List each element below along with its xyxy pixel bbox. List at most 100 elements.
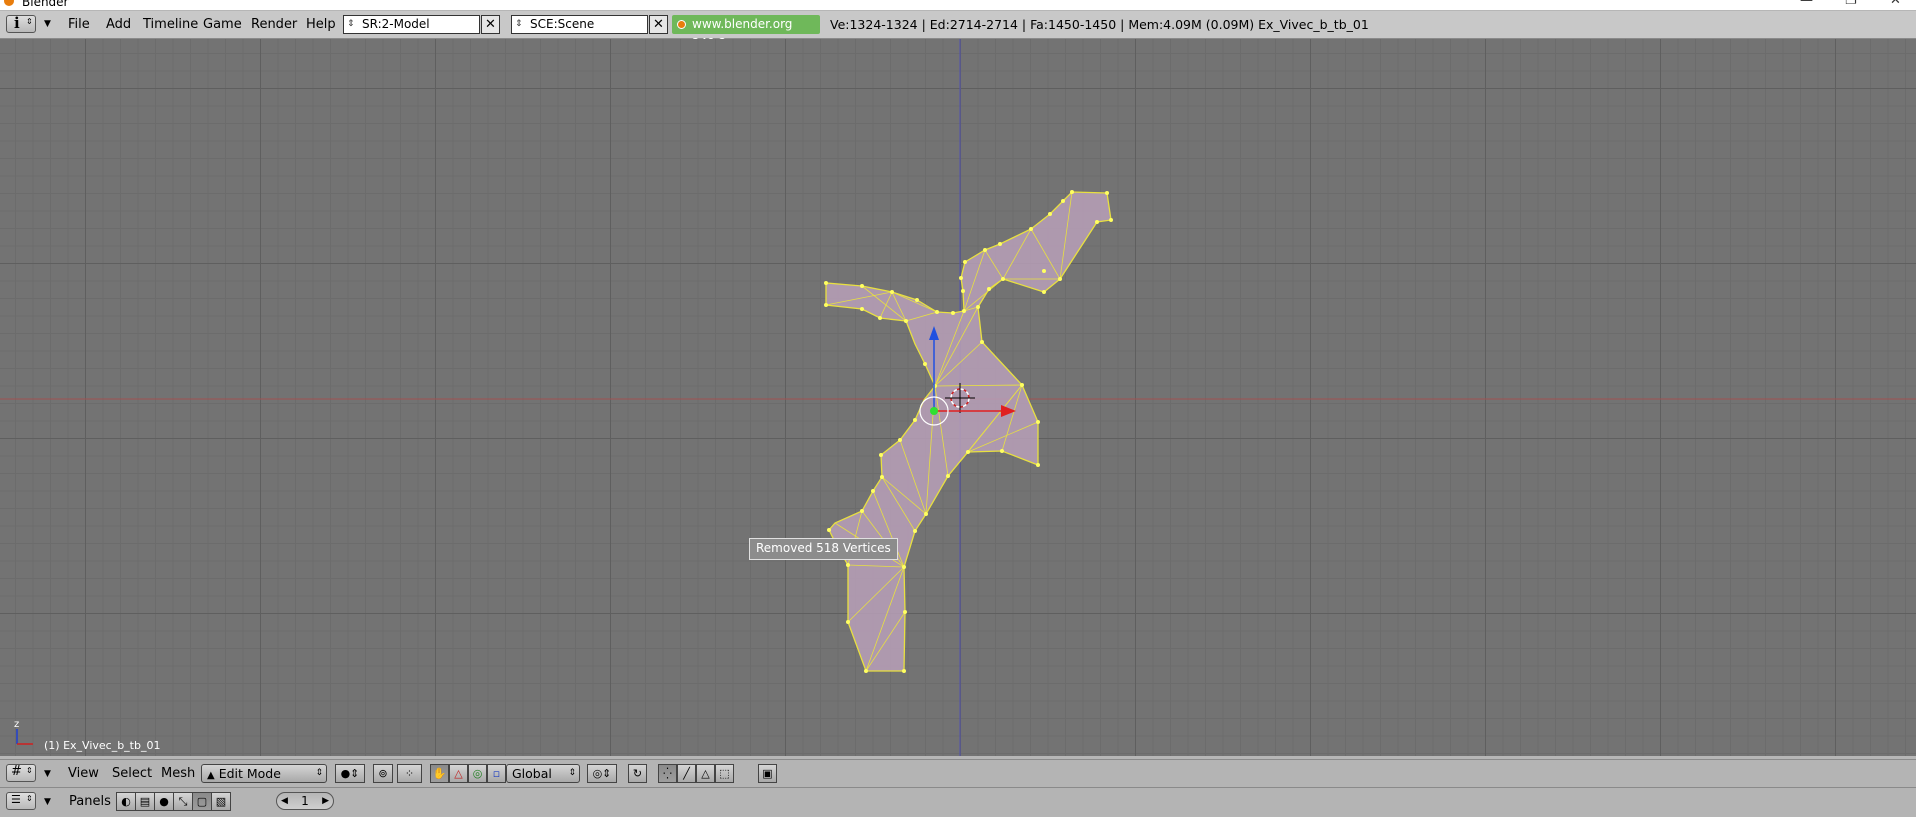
window-titlebar: Blender — ❐ ✕ bbox=[0, 0, 1916, 10]
updown-icon: ⇕ bbox=[347, 19, 355, 29]
window-title: Blender bbox=[22, 0, 69, 9]
delete-screen-button[interactable]: ✕ bbox=[481, 15, 500, 34]
mesh-face bbox=[825, 191, 1112, 672]
edit-mode-icon: ▲ bbox=[207, 770, 215, 781]
vertex-select-button[interactable]: ⁛ bbox=[658, 764, 677, 783]
editor-type-button[interactable]: i ⇕ bbox=[6, 14, 36, 33]
magnet-icon: ↻ bbox=[632, 767, 643, 780]
updown-icon: ⇕ bbox=[26, 766, 33, 775]
face-select-button[interactable]: △ bbox=[696, 764, 715, 783]
triangle-icon: △ bbox=[454, 767, 463, 780]
logic-context-button[interactable]: ◐ bbox=[116, 792, 136, 811]
shading-context-button[interactable]: ● bbox=[154, 792, 174, 811]
dots-icon: ⁘ bbox=[404, 767, 415, 780]
hand-icon: ✋ bbox=[432, 767, 447, 780]
menu-view[interactable]: View bbox=[68, 760, 99, 787]
layer-button[interactable]: ⁘ bbox=[397, 764, 422, 783]
render-view-button[interactable]: ▣ bbox=[758, 764, 777, 783]
3d-viewport[interactable]: z Removed 518 Vertices (1) Ex_Vivec_b_tb… bbox=[0, 39, 1916, 756]
status-tooltip: Removed 518 Vertices bbox=[749, 538, 898, 560]
frame-number-field[interactable]: ◀ 1 ▶ bbox=[276, 792, 334, 810]
frame-value: 1 bbox=[301, 794, 309, 808]
cube-icon: ⬚ bbox=[719, 767, 730, 780]
screen-name: SR:2-Model bbox=[362, 17, 430, 31]
proportional-icon: ◎⇕ bbox=[592, 767, 612, 780]
edge-select-button[interactable]: ╱ bbox=[677, 764, 696, 783]
updown-icon: ⇕ bbox=[26, 17, 33, 26]
blender-logo-icon bbox=[677, 20, 686, 29]
scene-stats: Ve:1324-1324 | Ed:2714-2714 | Fa:1450-14… bbox=[830, 17, 1369, 32]
menu-render[interactable]: Render bbox=[251, 11, 297, 38]
shading-sphere-icon: ● bbox=[159, 795, 169, 808]
orientation-label: Global bbox=[512, 766, 552, 781]
mesh-object[interactable] bbox=[824, 190, 1113, 673]
logic-icon: ◐ bbox=[121, 795, 131, 808]
updown-icon: ⇕ bbox=[568, 768, 576, 778]
ring-icon: ◎ bbox=[472, 767, 483, 780]
3d-view-header: # ⇕ ▼ View Select Mesh ▲ Edit Mode ⇕ ●⇕ … bbox=[0, 759, 1916, 788]
delete-scene-button[interactable]: ✕ bbox=[649, 15, 668, 34]
object-axis-icon: ⤡ bbox=[178, 795, 188, 808]
screen-selector[interactable]: ⇕ SR:2-Model bbox=[343, 15, 480, 34]
editing-context-button[interactable]: ▢ bbox=[192, 792, 212, 811]
info-icon: i bbox=[14, 14, 20, 32]
updown-icon: ⇕ bbox=[315, 768, 323, 778]
view-axis-gizmo-icon: z bbox=[14, 719, 33, 745]
mode-label: Edit Mode bbox=[218, 766, 281, 781]
scene-context-button[interactable]: ▧ bbox=[211, 792, 231, 811]
menu-select[interactable]: Select bbox=[112, 760, 152, 787]
view-editor-type-button[interactable]: # ⇕ bbox=[6, 764, 36, 782]
draw-type-button[interactable]: ●⇕ bbox=[335, 764, 365, 783]
editing-square-icon: ▢ bbox=[196, 795, 208, 808]
menu-game[interactable]: Game bbox=[203, 11, 242, 38]
pivot-button[interactable]: ⊚ bbox=[373, 764, 393, 783]
buttons-header: ☰ ⇕ ▼ Panels ◐ ▤ ● ⤡ ▢ ▧ ◀ 1 ▶ bbox=[0, 788, 1916, 817]
axis-z-label: z bbox=[14, 719, 19, 730]
square-icon: ▫ bbox=[492, 767, 501, 780]
script-context-button[interactable]: ▤ bbox=[135, 792, 155, 811]
rotate-manipulator-button[interactable]: ◎ bbox=[468, 764, 487, 783]
updown-icon: ⇕ bbox=[515, 19, 523, 29]
collapse-header-icon[interactable]: ▼ bbox=[44, 19, 51, 29]
menu-help[interactable]: Help bbox=[306, 11, 336, 38]
panels-icon: ☰ bbox=[11, 793, 21, 806]
occlude-geometry-button[interactable]: ⬚ bbox=[715, 764, 734, 783]
object-context-button[interactable]: ⤡ bbox=[173, 792, 193, 811]
manipulator-toggle[interactable]: ✋ bbox=[430, 764, 449, 783]
script-icon: ▤ bbox=[139, 795, 151, 808]
collapse-header-icon[interactable]: ▼ bbox=[44, 769, 51, 779]
menu-add[interactable]: Add bbox=[106, 11, 131, 38]
edge-select-icon: ╱ bbox=[683, 767, 690, 780]
menu-timeline[interactable]: Timeline bbox=[143, 11, 198, 38]
menu-mesh[interactable]: Mesh bbox=[161, 760, 195, 787]
scene-image-icon: ▧ bbox=[215, 795, 227, 808]
collapse-header-icon[interactable]: ▼ bbox=[44, 797, 51, 807]
render-icon: ▣ bbox=[762, 767, 773, 780]
close-icon: ✕ bbox=[653, 17, 664, 32]
info-header: i ⇕ ▼ File Add Timeline Game Render Help… bbox=[0, 11, 1916, 50]
viewport-canvas[interactable]: z bbox=[0, 39, 1916, 756]
blender-url-link[interactable]: www.blender.org 249.2 bbox=[672, 15, 820, 50]
decrement-icon[interactable]: ◀ bbox=[281, 793, 288, 809]
maximize-icon[interactable]: ❐ bbox=[1845, 0, 1857, 8]
translate-manipulator-button[interactable]: △ bbox=[449, 764, 468, 783]
minimize-icon[interactable]: — bbox=[1800, 0, 1813, 8]
buttons-editor-type-button[interactable]: ☰ ⇕ bbox=[6, 792, 36, 810]
pivot-icon: ⊚ bbox=[378, 767, 388, 780]
proportional-edit-button[interactable]: ◎⇕ bbox=[587, 764, 617, 783]
active-object-label: (1) Ex_Vivec_b_tb_01 bbox=[44, 739, 161, 752]
mode-selector[interactable]: ▲ Edit Mode ⇕ bbox=[201, 764, 327, 783]
face-select-icon: △ bbox=[701, 767, 710, 780]
scene-name: SCE:Scene bbox=[530, 17, 595, 31]
increment-icon[interactable]: ▶ bbox=[322, 793, 329, 809]
menu-file[interactable]: File bbox=[68, 11, 90, 38]
close-icon: ✕ bbox=[485, 17, 496, 32]
solid-sphere-icon: ●⇕ bbox=[340, 767, 360, 780]
scene-selector[interactable]: ⇕ SCE:Scene bbox=[511, 15, 648, 34]
orientation-selector[interactable]: Global ⇕ bbox=[506, 764, 580, 783]
scale-manipulator-button[interactable]: ▫ bbox=[487, 764, 506, 783]
close-icon[interactable]: ✕ bbox=[1890, 0, 1901, 8]
menu-panels[interactable]: Panels bbox=[69, 788, 111, 815]
updown-icon: ⇕ bbox=[26, 794, 33, 803]
snap-button[interactable]: ↻ bbox=[628, 764, 647, 783]
